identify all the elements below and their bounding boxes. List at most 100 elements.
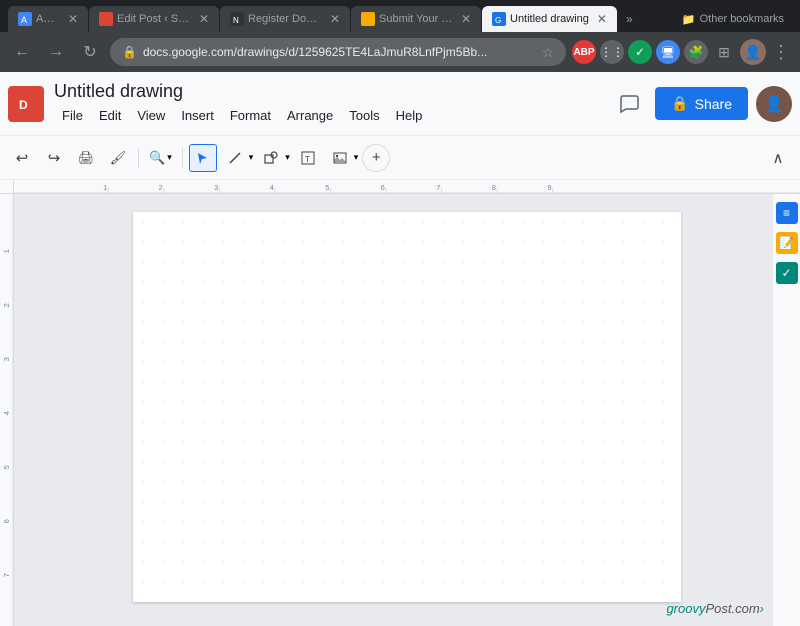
share-button[interactable]: 🔒 Share (655, 87, 748, 120)
tab-close-submit[interactable]: ✕ (461, 12, 471, 26)
drawing-toolbar: ↩ ↪ 🖨 🖌 🔍 ▾ ▾ (0, 136, 800, 180)
back-button[interactable]: ← (8, 38, 36, 66)
line-tool-group[interactable]: ▾ (221, 144, 254, 172)
ext4-icon[interactable]: 🖥 (656, 40, 680, 64)
tab-submit[interactable]: Submit Your Story |... ✕ (351, 6, 481, 32)
ext2-icon[interactable]: ⋮⋮ (600, 40, 624, 64)
tab-close-apps[interactable]: ✕ (68, 12, 78, 26)
side-panel: ≡ 📝 ✓ (772, 194, 800, 626)
ext5-icon[interactable]: 🧩 (684, 40, 708, 64)
menu-arrange[interactable]: Arrange (279, 105, 341, 126)
toolbar-separator-1 (138, 148, 139, 168)
tab-close-drawing[interactable]: ✕ (597, 12, 607, 26)
side-panel-icon-teal[interactable]: ✓ (776, 262, 798, 284)
tab-drawing-label: Untitled drawing (510, 13, 589, 25)
svg-text:1: 1 (2, 249, 11, 253)
menu-file[interactable]: File (54, 105, 91, 126)
tab-edit-post-label: Edit Post ‹ Skyose -... (117, 13, 191, 25)
tab-close-register[interactable]: ✕ (330, 12, 340, 26)
extension-icons: ABP ⋮⋮ ✓ 🖥 🧩 ⊞ 👤 ⋮ (572, 39, 792, 65)
watermark-brand: groovy (666, 601, 705, 616)
text-box-icon: T (301, 151, 315, 165)
forward-button[interactable]: → (42, 38, 70, 66)
collapse-toolbar-button[interactable]: ∧ (764, 144, 792, 172)
zoom-control[interactable]: 🔍 ▾ (145, 148, 176, 168)
line-dropdown-arrow[interactable]: ▾ (249, 152, 254, 163)
tab-close-edit[interactable]: ✕ (199, 12, 209, 26)
share-label: Share (695, 96, 732, 112)
profile-icon[interactable]: 👤 (740, 39, 766, 65)
svg-text:4: 4 (2, 411, 11, 415)
shapes-tool-group[interactable]: ▾ (257, 144, 290, 172)
star-icon[interactable]: ☆ (541, 44, 554, 61)
image-dropdown-arrow[interactable]: ▾ (354, 152, 359, 163)
app-title: Untitled drawing (54, 81, 611, 103)
undo-button[interactable]: ↩ (8, 144, 36, 172)
menu-view[interactable]: View (129, 105, 173, 126)
print-button[interactable]: 🖨 (72, 144, 100, 172)
zoom-dropdown-arrow: ▾ (167, 152, 172, 163)
browser-window: A Apps ✕ Edit Post ‹ Skyose -... ✕ N Reg… (0, 0, 800, 72)
svg-text:5: 5 (2, 465, 11, 469)
image-tool-group[interactable]: ▾ (326, 144, 359, 172)
zoom-icon: 🔍 (149, 150, 165, 166)
extra-tabs-btn[interactable]: » (622, 12, 637, 26)
text-tool-button[interactable]: T (294, 144, 322, 172)
tab-apps[interactable]: A Apps ✕ (8, 6, 88, 32)
menu-edit[interactable]: Edit (91, 105, 129, 126)
comment-button[interactable] (611, 86, 647, 122)
history-icon[interactable]: ⊞ (712, 40, 736, 64)
title-menu-area: Untitled drawing File Edit View Insert F… (54, 81, 611, 126)
svg-text:2: 2 (159, 184, 163, 192)
ruler-canvas-area: 1 2 3 4 5 6 7 8 9 (0, 180, 800, 626)
app-logo: D (8, 86, 44, 122)
left-ruler: 1 2 3 4 5 6 7 (0, 194, 14, 626)
top-ruler: 1 2 3 4 5 6 7 8 9 (14, 180, 800, 194)
tab-apps-label: Apps (36, 13, 60, 25)
select-tool-button[interactable] (189, 144, 217, 172)
svg-text:7: 7 (436, 184, 440, 192)
menu-format[interactable]: Format (222, 105, 279, 126)
reload-button[interactable]: ↻ (76, 38, 104, 66)
tab-register[interactable]: N Register Domain N... ✕ (220, 6, 350, 32)
tab-register-label: Register Domain N... (248, 13, 322, 25)
line-tool-button[interactable] (221, 144, 249, 172)
user-avatar[interactable]: 👤 (756, 86, 792, 122)
side-panel-icon-blue[interactable]: ≡ (776, 202, 798, 224)
menu-help[interactable]: Help (388, 105, 431, 126)
bookmarks-label: Other bookmarks (700, 13, 784, 25)
watermark-text: Post.com (705, 601, 759, 616)
tab-edit-post[interactable]: Edit Post ‹ Skyose -... ✕ (89, 6, 219, 32)
chrome-menu-icon[interactable]: ⋮ (770, 42, 792, 63)
svg-text:6: 6 (2, 519, 11, 523)
svg-text:D: D (19, 98, 28, 112)
more-options-button[interactable]: + (362, 144, 390, 172)
canvas-area[interactable]: ≡ 📝 ✓ groovyPost.com› (14, 194, 800, 626)
side-panel-icon-yellow[interactable]: 📝 (776, 232, 798, 254)
menu-tools[interactable]: Tools (341, 105, 387, 126)
canvas-background-pattern (133, 212, 681, 602)
tab-submit-label: Submit Your Story |... (379, 13, 453, 25)
bookmarks-folder[interactable]: 📁 Other bookmarks (674, 13, 792, 26)
shapes-dropdown-arrow[interactable]: ▾ (285, 152, 290, 163)
top-ruler-row: 1 2 3 4 5 6 7 8 9 (0, 180, 800, 194)
shapes-tool-button[interactable] (257, 144, 285, 172)
drawing-canvas[interactable] (133, 212, 681, 602)
watermark: groovyPost.com› (666, 601, 764, 616)
paint-format-button[interactable]: 🖌 (104, 144, 132, 172)
comment-icon (618, 93, 640, 115)
svg-text:7: 7 (2, 573, 11, 577)
menu-insert[interactable]: Insert (173, 105, 222, 126)
abp-icon[interactable]: ABP (572, 40, 596, 64)
svg-text:4: 4 (270, 184, 274, 192)
tab-drawing[interactable]: G Untitled drawing ✕ (482, 6, 617, 32)
redo-button[interactable]: ↪ (40, 144, 68, 172)
svg-text:2: 2 (2, 303, 11, 307)
ext3-icon[interactable]: ✓ (628, 40, 652, 64)
image-tool-button[interactable] (326, 144, 354, 172)
secure-icon: 🔒 (122, 45, 137, 59)
watermark-arrow: › (760, 601, 764, 616)
ruler-corner (0, 180, 14, 194)
cursor-icon (196, 151, 210, 165)
address-bar[interactable]: 🔒 docs.google.com/drawings/d/1259625TE4L… (110, 38, 566, 66)
